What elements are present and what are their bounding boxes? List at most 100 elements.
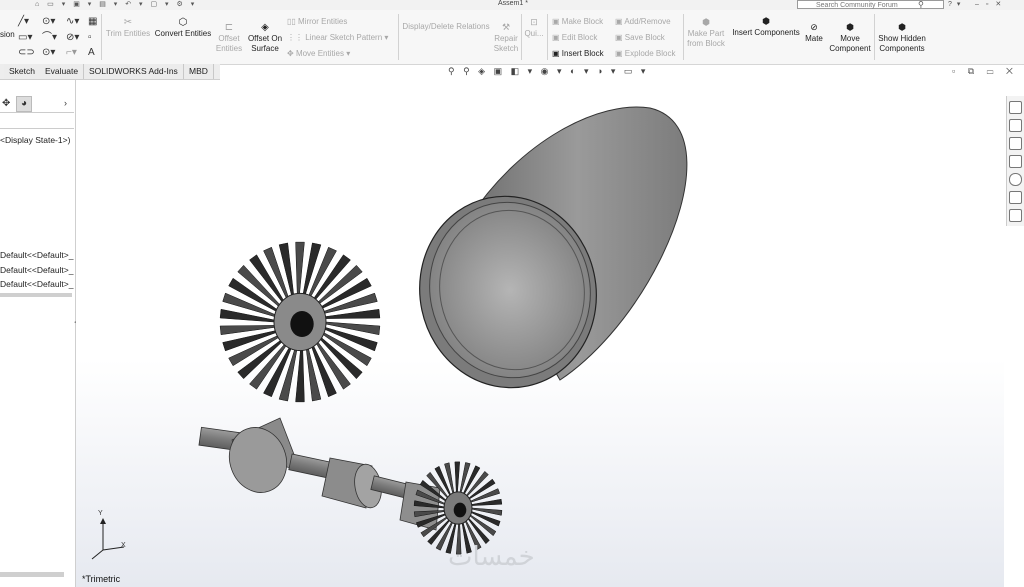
custom-properties-icon[interactable]	[1009, 191, 1022, 204]
watermark-logo: خمسات	[448, 542, 535, 572]
search-icon[interactable]: ⚲	[918, 0, 924, 9]
trim-entities-button[interactable]: ✂ Trim Entities	[104, 17, 152, 39]
panel-bottom-scrollbar[interactable]	[0, 572, 64, 577]
configuration-manager-icon[interactable]: ✥	[2, 98, 10, 109]
display-state-item[interactable]: <Display State-1>)	[0, 135, 70, 145]
add-remove-button[interactable]: ▣ Add/Remove	[615, 17, 671, 26]
shaft-assembly-part[interactable]	[198, 417, 441, 531]
fan-blade	[305, 346, 322, 402]
ribbon-divider	[547, 14, 548, 60]
fan-rotor-part[interactable]	[219, 241, 381, 403]
show-hidden-components-button[interactable]: ⬢ Show Hidden Components	[876, 22, 928, 54]
slot-icon[interactable]: ⊂⊃	[18, 45, 35, 61]
edit-block-button[interactable]: ▣ Edit Block	[552, 33, 597, 42]
window-controls-icon[interactable]: –▫✕	[975, 0, 1008, 9]
fillet-icon[interactable]: ⌐▾	[66, 45, 77, 61]
fan-blade	[459, 462, 471, 494]
rectangle-icon[interactable]: ▭▾	[18, 30, 32, 46]
repair-sketch-button[interactable]: ⚒ Repair Sketch	[492, 22, 520, 54]
add-remove-label: Add/Remove	[624, 17, 671, 26]
tab-sketch[interactable]: Sketch	[4, 64, 41, 79]
triad-x-label: X	[121, 542, 126, 549]
ribbon-divider	[398, 14, 399, 60]
insert-block-button[interactable]: ▣ Insert Block	[552, 49, 604, 58]
text-tool-icon[interactable]: A	[88, 45, 95, 61]
document-title: Assem1 *	[498, 0, 528, 7]
tree-item-component[interactable]: Default<<Default>_	[0, 265, 73, 275]
make-block-button[interactable]: ▣ Make Block	[552, 17, 603, 26]
sketch-cut-label[interactable]: sion	[0, 30, 15, 40]
move-component-button[interactable]: ⬢ Move Component	[827, 22, 873, 54]
tab-mbd[interactable]: MBD	[184, 64, 214, 79]
file-explorer-icon[interactable]	[1009, 137, 1022, 150]
home-icon[interactable]	[1009, 101, 1022, 114]
circle-icon[interactable]: ⊙▾	[42, 14, 55, 30]
resources-icon[interactable]	[1009, 119, 1022, 132]
point-icon[interactable]: ▫	[88, 30, 92, 46]
display-manager-icon[interactable]: ◕	[16, 96, 32, 112]
quick-access-toolbar-icon[interactable]: ⌂ ▭ ▾ ▣ ▾ ▤ ▾ ↶ ▾ ▢ ▾ ⚙ ▾	[35, 0, 197, 9]
coordinate-triad-icon	[91, 518, 125, 560]
display-delete-relations-label: Display/Delete Relations	[402, 22, 490, 31]
move-component-icon: ⬢	[846, 22, 854, 32]
quick-snaps-button[interactable]: ⊡ Qui...	[523, 17, 545, 39]
mirror-entities-button[interactable]: ▯▯ Mirror Entities	[287, 17, 347, 26]
tree-horizontal-scrollbar[interactable]	[0, 293, 72, 297]
insert-components-label: Insert Components	[732, 28, 800, 37]
ribbon-divider	[874, 14, 875, 60]
display-delete-relations-button[interactable]: Display/Delete Relations	[402, 22, 490, 32]
arc-icon[interactable]: ⌒▾	[42, 30, 57, 46]
line-icon[interactable]: ╱▾	[18, 14, 29, 30]
convert-entities-label: Convert Entities	[154, 29, 212, 38]
appearances-icon[interactable]	[1009, 173, 1022, 186]
show-hidden-components-label: Show Hidden Components	[878, 34, 926, 53]
make-part-from-block-button[interactable]: ⬢ Make Part from Block	[686, 17, 726, 49]
triad-y-label: Y	[98, 510, 103, 517]
offset-on-surface-button[interactable]: ◈ Offset On Surface	[246, 22, 284, 54]
model-graphics	[91, 106, 688, 560]
move-entities-button[interactable]: ✥ Move Entities ▾	[287, 49, 350, 58]
spline-icon[interactable]: ∿▾	[66, 14, 79, 30]
quick-snaps-icon: ⊡	[530, 17, 538, 27]
panel-expand-chevron-icon[interactable]: ›	[64, 98, 67, 108]
fan-blade	[278, 242, 295, 298]
trim-icon: ✂	[123, 17, 133, 28]
insert-block-label: Insert Block	[561, 49, 604, 58]
forum-icon[interactable]	[1009, 209, 1022, 222]
polygon-icon[interactable]: ⊙▾	[42, 45, 55, 61]
offset-entities-button[interactable]: ⊏ Offset Entities	[214, 22, 244, 54]
sketch-grid-icon[interactable]: ▦	[88, 14, 97, 30]
repair-sketch-icon: ⚒	[501, 22, 511, 32]
tab-solidworks-add-ins[interactable]: SOLIDWORKS Add-Ins	[84, 64, 184, 79]
design-library-icon[interactable]	[1009, 155, 1022, 168]
save-block-button[interactable]: ▣ Save Block	[615, 33, 665, 42]
linear-sketch-pattern-button[interactable]: ⋮⋮ Linear Sketch Pattern ▾	[287, 33, 388, 42]
feature-manager-panel	[0, 80, 76, 587]
make-part-icon: ⬢	[702, 17, 710, 27]
insert-components-icon: ⬢	[762, 16, 770, 26]
ellipse-icon[interactable]: ⊘▾	[66, 30, 79, 46]
tree-item-component[interactable]: Default<<Default>_	[0, 250, 73, 260]
mate-button[interactable]: ⊘ Mate	[801, 22, 827, 44]
offset-entities-icon: ⊏	[224, 22, 234, 33]
convert-entities-icon: ⬡	[178, 17, 188, 28]
linear-sketch-pattern-label: Linear Sketch Pattern	[305, 33, 383, 42]
trim-entities-label: Trim Entities	[105, 29, 151, 38]
filter-bar[interactable]	[0, 114, 74, 129]
edit-block-label: Edit Block	[561, 33, 598, 42]
explode-block-label: Explode Block	[624, 49, 676, 58]
nacelle-part[interactable]	[402, 106, 688, 404]
help-icon[interactable]: ?▾	[948, 0, 965, 9]
ribbon-divider	[521, 14, 522, 60]
convert-entities-button[interactable]: ⬡ Convert Entities	[153, 17, 213, 39]
tree-item-component[interactable]: Default<<Default>_	[0, 279, 73, 289]
viewport-window-controls-icon[interactable]: ▫ ⧉ ▭ ✕	[952, 66, 1018, 77]
fan-blade	[295, 241, 305, 297]
fan-blade	[444, 462, 455, 495]
fan-blade	[295, 347, 305, 403]
save-block-label: Save Block	[624, 33, 665, 42]
tab-evaluate[interactable]: Evaluate	[40, 64, 85, 79]
explode-block-button[interactable]: ▣ Explode Block	[615, 49, 675, 58]
insert-components-button[interactable]: ⬢ Insert Components	[729, 16, 803, 38]
heads-up-view-toolbar[interactable]: ⚲ ⚲ ◈ ▣ ◧ ▾ ◉ ▾ ◐ ▾ ◑ ▾ ▭ ▾	[448, 66, 648, 77]
